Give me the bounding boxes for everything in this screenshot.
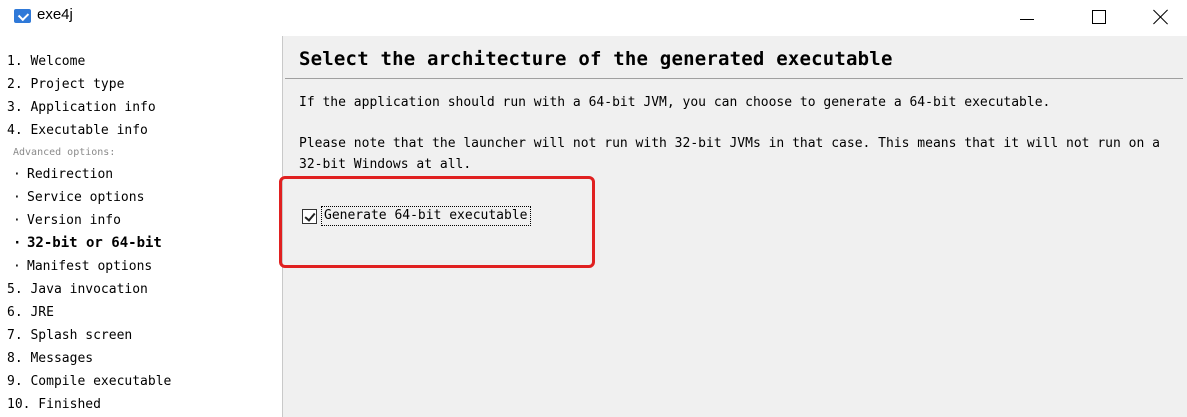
sidebar-step[interactable]: 5. Java invocation <box>7 278 171 301</box>
sidebar-subitem[interactable]: · Manifest options <box>7 255 171 278</box>
maximize-icon <box>1092 10 1106 24</box>
sidebar-subitem[interactable]: · Service options <box>7 186 171 209</box>
description-text: If the application should run with a 64-… <box>299 95 1051 110</box>
sidebar-subitem[interactable]: · 32-bit or 64-bit <box>7 232 171 255</box>
sidebar-subitem[interactable]: · Version info <box>7 209 171 232</box>
sidebar-subitem-label: Version info <box>27 213 121 228</box>
sidebar-step[interactable]: 9. Compile executable <box>7 370 171 393</box>
sidebar-step[interactable]: 3. Application info <box>7 96 171 119</box>
bullet-icon: · <box>13 259 21 274</box>
note-text: Please note that the launcher will not r… <box>299 136 1160 172</box>
generate-64bit-checkbox[interactable] <box>302 208 317 224</box>
sidebar-step[interactable]: 4. Executable info <box>7 119 171 142</box>
heading-divider <box>285 78 1183 79</box>
sidebar-step[interactable]: 7. Splash screen <box>7 324 171 347</box>
minimize-button[interactable] <box>1004 0 1050 34</box>
wizard-step-list: 1. Welcome 2. Project type 3. Application … <box>7 50 171 416</box>
sidebar-subitem-label: Manifest options <box>27 259 153 274</box>
wizard-step-sidebar: 1. Welcome 2. Project type 3. Application … <box>0 36 282 417</box>
sidebar-subitem-label: Redirection <box>27 167 114 182</box>
generate-64bit-label[interactable]: Generate 64-bit executable <box>321 206 531 226</box>
window-title: exe4j <box>37 6 73 23</box>
maximize-button[interactable] <box>1076 0 1122 34</box>
bullet-icon: · <box>13 213 21 228</box>
bullet-icon: · <box>13 167 21 182</box>
close-icon <box>1153 9 1169 25</box>
page-title: Select the architecture of the generated… <box>299 48 893 70</box>
sidebar-step[interactable]: 6. JRE <box>7 301 171 324</box>
minimize-icon <box>1020 18 1034 20</box>
sidebar-step[interactable]: 10. Finished <box>7 393 171 416</box>
sidebar-subitem[interactable]: · Redirection <box>7 163 171 186</box>
sidebar-subitem-label: 32-bit or 64-bit <box>27 235 162 251</box>
advanced-options-header: Advanced options: <box>13 147 116 158</box>
close-button[interactable] <box>1138 0 1184 34</box>
sidebar-step[interactable]: 1. Welcome <box>7 50 171 73</box>
sidebar-subitem-label: Service options <box>27 190 145 205</box>
bullet-icon: · <box>13 190 21 205</box>
generate-64bit-option[interactable]: Generate 64-bit executable <box>302 206 531 226</box>
exe4j-app-icon <box>14 9 31 23</box>
title-bar: exe4j <box>0 0 1187 36</box>
bullet-icon: · <box>13 235 22 251</box>
sidebar-step[interactable]: 2. Project type <box>7 73 171 96</box>
sidebar-step[interactable]: 8. Messages <box>7 347 171 370</box>
